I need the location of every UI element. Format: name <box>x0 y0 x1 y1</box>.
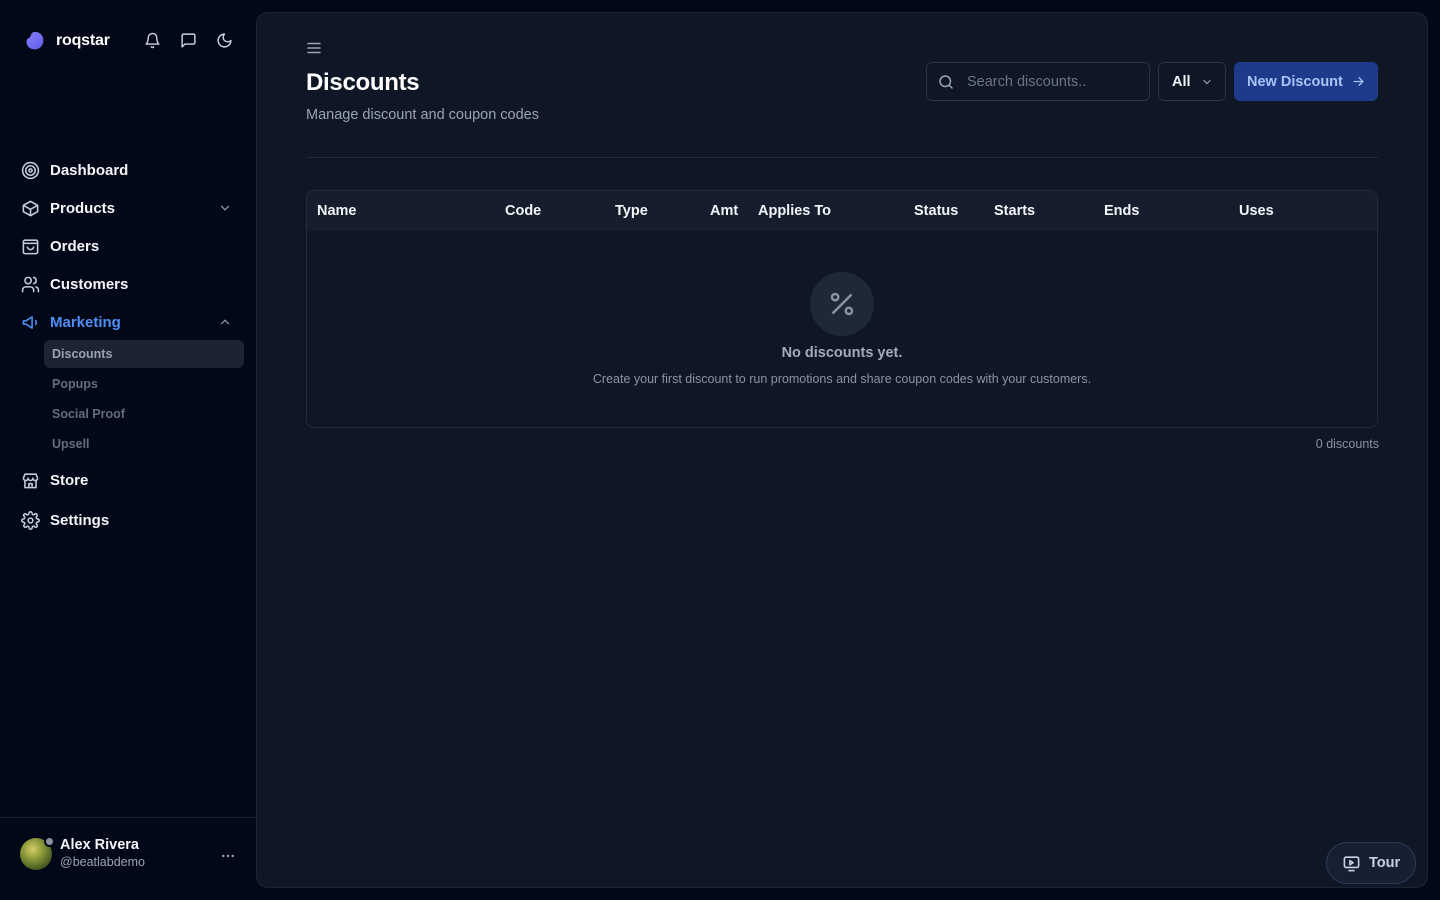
status-dot <box>44 835 55 847</box>
sidebar-item-label: Marketing <box>50 313 121 331</box>
sidebar-item-label: Dashboard <box>50 161 129 179</box>
box-icon <box>20 198 40 218</box>
page-title: Discounts <box>306 69 420 96</box>
column-header-code[interactable]: Code <box>505 203 541 219</box>
sidebar-item-dashboard[interactable]: Dashboard <box>16 154 244 186</box>
column-header-ends[interactable]: Ends <box>1104 203 1139 219</box>
status-filter-select[interactable]: All <box>1158 62 1226 101</box>
sidebar: roqstar Dashboard Products Orders Custom… <box>0 0 256 900</box>
sidebar-item-settings[interactable]: Settings <box>16 504 244 536</box>
search-input[interactable] <box>967 73 1137 90</box>
column-header-type[interactable]: Type <box>615 203 648 219</box>
sidebar-subitem-social-proof[interactable]: Social Proof <box>44 400 244 428</box>
percent-icon <box>810 272 874 336</box>
sidebar-item-customers[interactable]: Customers <box>16 268 244 300</box>
presentation-icon <box>1343 855 1360 871</box>
chevron-up-icon[interactable] <box>218 315 232 329</box>
tour-label: Tour <box>1369 855 1401 871</box>
arrow-right-icon <box>1353 77 1364 86</box>
column-header-starts[interactable]: Starts <box>994 203 1035 219</box>
table-header: Name Code Type Amt Applies To Status Sta… <box>307 191 1377 231</box>
sidebar-item-label: Orders <box>50 237 100 255</box>
main-panel: Discounts Manage discount and coupon cod… <box>256 12 1428 888</box>
menu-icon[interactable] <box>305 39 323 57</box>
bell-icon[interactable] <box>142 30 162 50</box>
new-discount-button[interactable]: New Discount <box>1234 62 1378 101</box>
discounts-table: Name Code Type Amt Applies To Status Sta… <box>306 190 1378 428</box>
column-header-name[interactable]: Name <box>317 203 357 219</box>
discount-count: 0 discounts <box>1315 437 1379 451</box>
user-name: Alex Rivera <box>60 837 139 853</box>
sidebar-item-label: Store <box>50 471 89 489</box>
store-icon <box>20 470 40 490</box>
sidebar-item-label: Products <box>50 199 116 217</box>
column-header-applies-to[interactable]: Applies To <box>758 203 831 219</box>
search-box[interactable] <box>926 62 1150 101</box>
chevron-down-icon[interactable] <box>218 201 232 215</box>
column-header-uses[interactable]: Uses <box>1239 203 1274 219</box>
search-icon <box>939 74 953 89</box>
sidebar-item-orders[interactable]: Orders <box>16 230 244 262</box>
logo-icon <box>26 31 44 50</box>
new-discount-label: New Discount <box>1247 73 1343 90</box>
chevron-down-icon <box>1203 79 1211 85</box>
sidebar-item-label: Settings <box>50 511 110 529</box>
sidebar-subitem-upsell[interactable]: Upsell <box>44 430 244 458</box>
empty-state-description: Create your first discount to run promot… <box>592 372 1092 386</box>
sidebar-divider <box>0 817 256 818</box>
page-subtitle: Manage discount and coupon codes <box>306 107 539 123</box>
avatar <box>20 835 55 870</box>
sidebar-item-store[interactable]: Store <box>16 464 244 496</box>
gear-icon <box>20 510 40 530</box>
sidebar-subitem-discounts[interactable]: Discounts <box>44 340 244 368</box>
message-icon[interactable] <box>178 30 198 50</box>
brand[interactable]: roqstar <box>24 30 110 52</box>
users-icon <box>20 274 40 294</box>
target-icon <box>20 160 40 180</box>
header-divider <box>306 157 1378 158</box>
more-icon[interactable] <box>218 846 238 866</box>
moon-icon[interactable] <box>214 30 234 50</box>
column-header-status[interactable]: Status <box>914 203 958 219</box>
tour-button[interactable]: Tour <box>1326 842 1416 884</box>
empty-state-title: No discounts yet. <box>781 345 903 361</box>
filter-value: All <box>1172 73 1191 90</box>
column-header-amt[interactable]: Amt <box>710 203 738 219</box>
sidebar-item-label: Customers <box>50 275 129 293</box>
sidebar-subitem-popups[interactable]: Popups <box>44 370 244 398</box>
user-profile[interactable]: Alex Rivera @beatlabdemo <box>20 835 145 871</box>
megaphone-icon <box>20 312 40 332</box>
sidebar-item-products[interactable]: Products <box>16 192 244 224</box>
shopping-bag-icon <box>20 236 40 256</box>
user-handle: @beatlabdemo <box>60 855 145 869</box>
sidebar-item-marketing[interactable]: Marketing <box>16 306 244 338</box>
app-name: roqstar <box>56 32 110 49</box>
